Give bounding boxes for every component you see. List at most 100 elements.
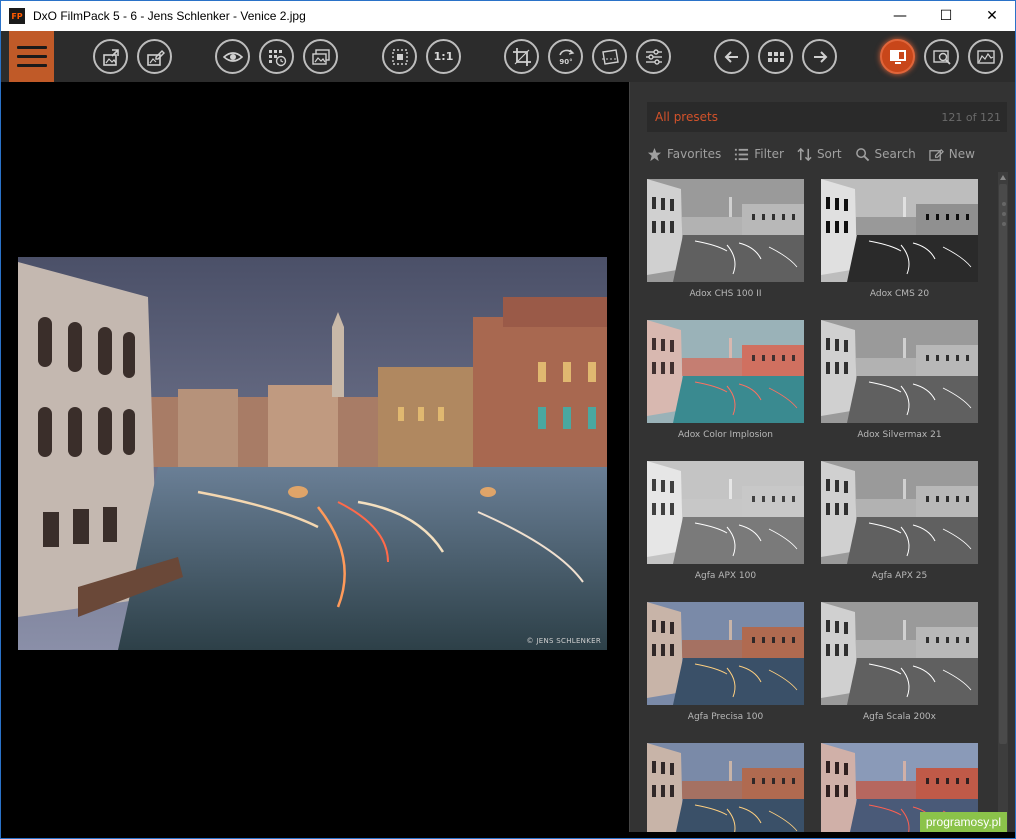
scroll-up-arrow-icon[interactable]	[1000, 175, 1006, 180]
edit-image-icon	[146, 49, 165, 66]
preset-label: Adox CHS 100 II	[689, 289, 762, 299]
preset-filter-bar: Favorites Filter Sort Search New	[647, 144, 1007, 164]
site-watermark: programosy.pl	[919, 812, 1007, 832]
preset-label: Adox Silvermax 21	[857, 430, 942, 440]
image-viewer[interactable]: © JENS SCHLENKER	[9, 82, 634, 832]
preset-thumbnail[interactable]: Adox Silvermax 21	[821, 320, 978, 440]
history-grid-icon	[268, 49, 286, 66]
compare-images-icon	[311, 48, 330, 65]
preset-preview-image	[821, 179, 978, 282]
photo-credit: © JENS SCHLENKER	[526, 637, 601, 645]
rotate-90-icon: 90°	[558, 49, 574, 66]
hamburger-line	[16, 64, 47, 67]
preset-grid: Adox CHS 100 II Adox CMS 20 Adox Color Imp…	[647, 177, 997, 832]
arrow-right-icon	[813, 50, 827, 63]
sliders-icon	[645, 48, 662, 65]
filter-button[interactable]: Filter	[734, 147, 784, 162]
scrollbar-thumb[interactable]	[999, 184, 1007, 744]
preset-preview-image	[647, 320, 804, 423]
preset-label: Agfa Scala 200x	[863, 712, 936, 722]
fit-screen-icon	[391, 48, 408, 65]
preset-preview-image	[647, 602, 804, 705]
crop-button[interactable]	[504, 39, 539, 74]
browser-button[interactable]	[758, 39, 793, 74]
sort-button[interactable]: Sort	[797, 147, 842, 162]
export-image-icon	[102, 48, 119, 66]
arrow-left-icon	[724, 50, 738, 63]
adjust-button[interactable]	[636, 39, 671, 74]
zoom-100-button[interactable]: 1:1	[426, 39, 461, 74]
preset-label: Agfa APX 25	[871, 571, 928, 581]
search-button[interactable]: Search	[855, 147, 916, 162]
export-button[interactable]	[93, 39, 128, 74]
new-preset-icon	[929, 148, 944, 161]
sort-label: Sort	[816, 147, 842, 161]
hamburger-line	[16, 55, 47, 58]
one-to-one-icon: 1:1	[433, 50, 454, 63]
preset-category-header[interactable]: All presets 121 of 121	[647, 102, 1007, 132]
loupe-button[interactable]	[924, 39, 959, 74]
preset-scrollbar[interactable]	[998, 172, 1008, 832]
preset-preview-image	[821, 320, 978, 423]
minimize-button[interactable]: —	[877, 1, 923, 31]
preview-button[interactable]	[215, 39, 250, 74]
preset-label: Adox Color Implosion	[677, 430, 774, 440]
search-label: Search	[874, 147, 916, 161]
preset-thumbnail[interactable]: Agfa Scala 200x	[821, 602, 978, 722]
new-preset-label: New	[948, 147, 975, 161]
straighten-icon	[601, 48, 619, 65]
crop-icon	[512, 47, 531, 66]
hamburger-menu-button[interactable]	[9, 31, 54, 82]
export-edit-button[interactable]	[137, 39, 172, 74]
window-controls: — ☐ ✕	[877, 1, 1015, 31]
maximize-button[interactable]: ☐	[923, 1, 969, 31]
eye-icon	[222, 51, 243, 62]
preset-thumbnail[interactable]: Agfa APX 100	[647, 461, 804, 581]
preset-label: Agfa Precisa 100	[687, 712, 764, 722]
new-preset-button[interactable]: New	[929, 147, 975, 162]
window-title: DxO FilmPack 5 - 6 - Jens Schlenker - Ve…	[33, 9, 306, 23]
fit-button[interactable]	[382, 39, 417, 74]
preset-thumbnail[interactable]: Adox Color Implosion	[647, 320, 804, 440]
grip-dot	[1002, 222, 1006, 226]
preset-preview-image	[647, 179, 804, 282]
title-bar: FP DxO FilmPack 5 - 6 - Jens Schlenker -…	[1, 1, 1015, 31]
preset-category-title[interactable]: All presets	[655, 110, 718, 124]
grip-dot	[1002, 202, 1006, 206]
compare-button[interactable]	[303, 39, 338, 74]
preset-preview-image	[647, 461, 804, 564]
hamburger-line	[16, 46, 47, 49]
presets-panel-button[interactable]	[880, 39, 915, 74]
venice-canal-photo	[18, 257, 607, 650]
list-icon	[735, 148, 749, 160]
histogram-icon	[976, 49, 995, 64]
presets-panel: All presets 121 of 121 Favorites Filter …	[629, 82, 1015, 832]
preset-preview-image	[647, 743, 804, 832]
preset-thumbnail[interactable]	[647, 743, 804, 832]
rotate-button[interactable]: 90°	[548, 39, 583, 74]
preset-preview-image	[821, 461, 978, 564]
preset-thumbnail[interactable]: Agfa APX 25	[821, 461, 978, 581]
grid-icon	[767, 51, 784, 62]
histogram-button[interactable]	[968, 39, 1003, 74]
sort-icon	[797, 147, 812, 161]
preset-label: Agfa APX 100	[694, 571, 757, 581]
preset-count: 121 of 121	[941, 111, 1001, 124]
next-button[interactable]	[802, 39, 837, 74]
main-photo[interactable]: © JENS SCHLENKER	[18, 257, 607, 650]
preset-thumbnail[interactable]: Adox CHS 100 II	[647, 179, 804, 299]
straighten-button[interactable]	[592, 39, 627, 74]
search-icon	[855, 147, 869, 161]
loupe-icon	[932, 49, 951, 65]
grip-dot	[1002, 212, 1006, 216]
app-logo-icon: FP	[9, 8, 25, 24]
history-button[interactable]	[259, 39, 294, 74]
preset-thumbnail[interactable]: Agfa Precisa 100	[647, 602, 804, 722]
filter-label: Filter	[754, 147, 784, 161]
preset-thumbnail[interactable]: Adox CMS 20	[821, 179, 978, 299]
favorites-button[interactable]: Favorites	[647, 147, 721, 162]
close-button[interactable]: ✕	[969, 1, 1015, 31]
previous-button[interactable]	[714, 39, 749, 74]
star-icon	[647, 147, 662, 161]
toolbar: 1:1 90°	[1, 31, 1015, 82]
